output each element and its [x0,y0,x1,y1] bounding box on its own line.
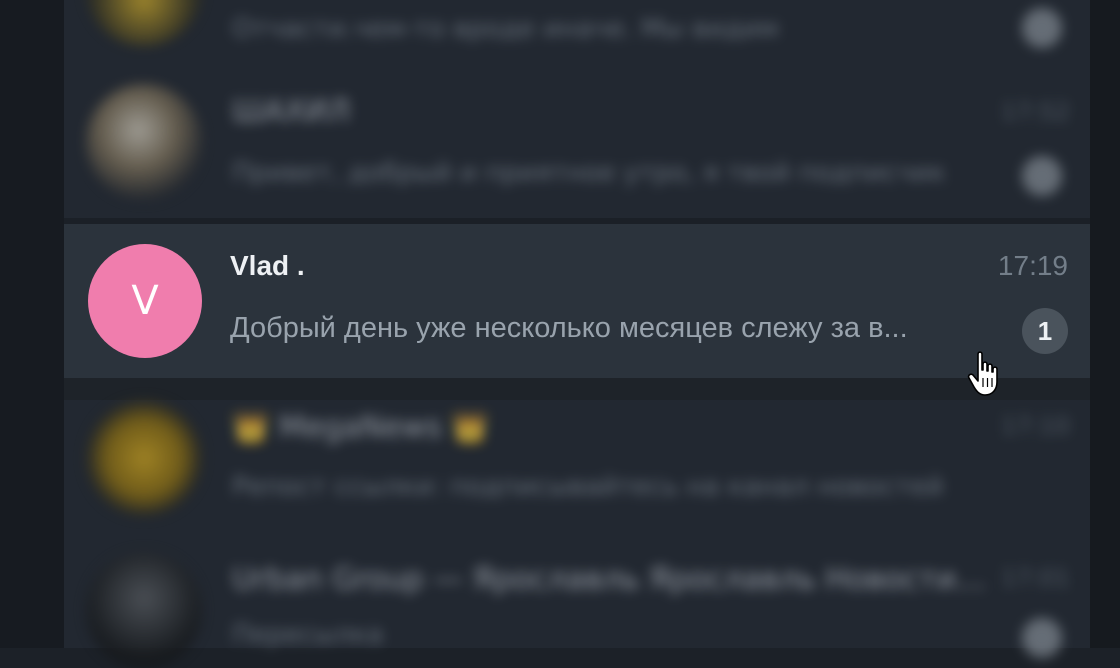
divider [64,378,1090,400]
chat-name: ШАХИЛ [232,94,351,129]
unread-badge [1022,156,1062,196]
chat-time: 17:01 [1000,564,1070,592]
chat-item[interactable]: ШАХИЛ 17:52 Привет, добрый и приятное ут… [64,66,1090,216]
chat-preview: Репост ссылки: подписывайтесь на канал н… [232,472,944,502]
chat-preview: Добрый день уже несколько месяцев слежу … [230,312,908,344]
chat-preview: Отчасти.чем-то вроде иначе. Мы видим [232,14,779,44]
chat-list: Отчасти.чем-то вроде иначе. Мы видим ШАХ… [64,0,1090,668]
chat-item[interactable]: 👑 MegaNews 👑 17:10 Репост ссылки: подпис… [64,400,1090,540]
chat-item-vlad[interactable]: V Vlad . 17:19 Добрый день уже несколько… [64,224,1090,378]
unread-badge [1022,618,1062,658]
avatar [86,84,202,200]
chat-time: 17:19 [997,250,1068,281]
hand-pointer-icon [967,351,998,396]
chat-preview: Пересылка [232,620,384,650]
chat-name: 👑 MegaNews 👑 [232,410,489,445]
avatar [86,552,202,668]
chat-name: Vlad . [230,250,305,281]
unread-badge: 1 [1022,308,1068,354]
chat-item[interactable]: Urban Group — Ярославль Ярославль Новост… [64,548,1090,668]
avatar-initial: V [131,278,159,324]
avatar: V [88,244,202,358]
avatar [86,400,202,516]
chat-name: Urban Group — Ярославль Ярославль Новост… [232,562,986,597]
unread-badge [1022,8,1062,48]
chat-item[interactable]: Отчасти.чем-то вроде иначе. Мы видим [64,0,1090,48]
chat-time: 17:10 [1000,412,1070,440]
chat-time: 17:52 [1000,98,1070,126]
chat-preview: Привет, добрый и приятное утро, я твой п… [232,158,946,188]
avatar [86,0,202,46]
sidebar-strip [0,0,64,648]
scrollbar-track[interactable] [1090,0,1120,648]
